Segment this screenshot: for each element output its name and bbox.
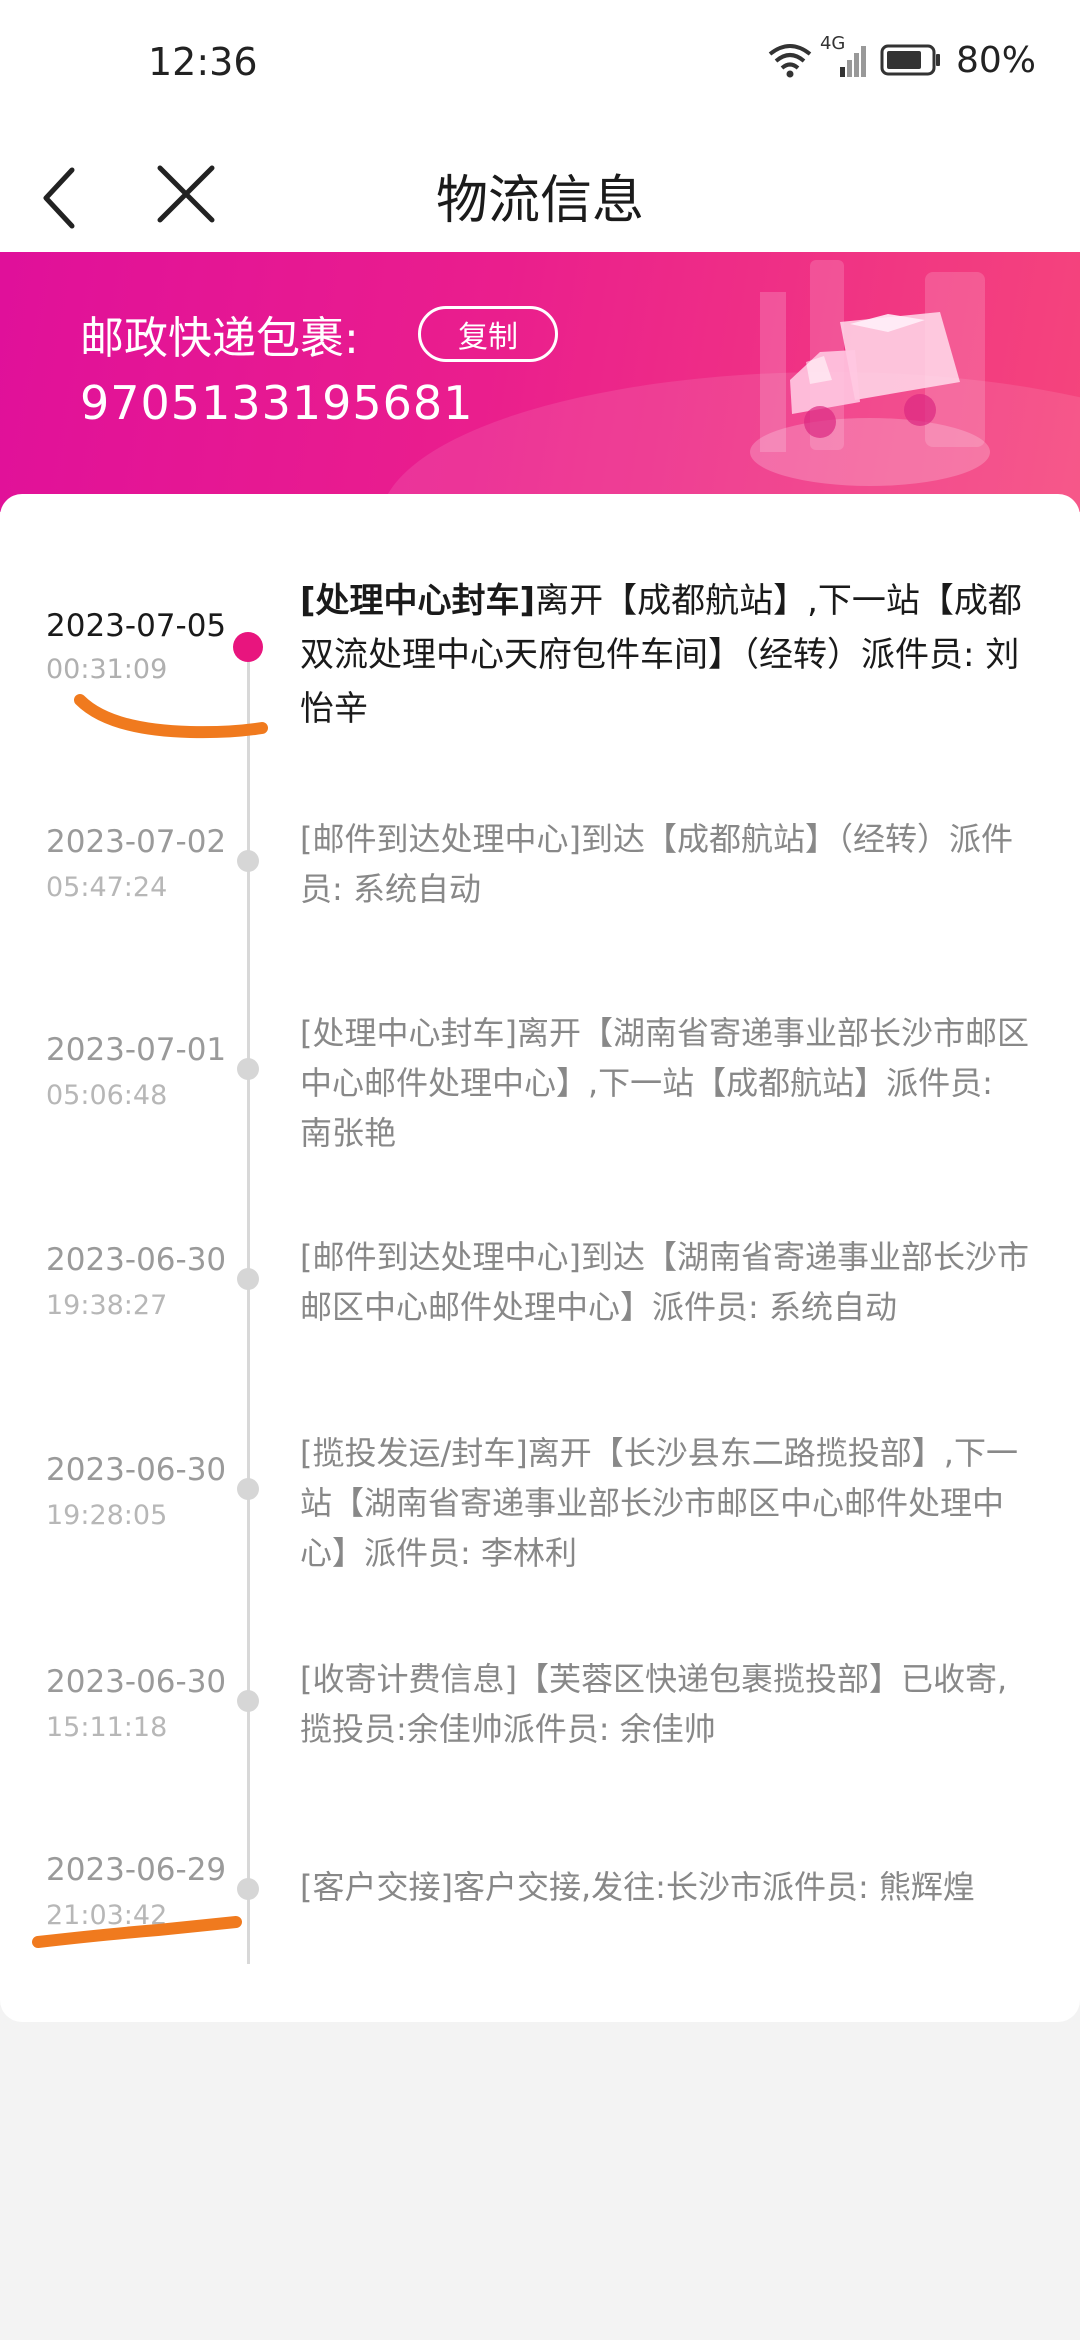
- status-time: 12:36: [148, 40, 258, 84]
- event-description: [处理中心封车]离开【成都航站】,下一站【成都双流处理中心天府包件车间】（经转）…: [300, 574, 1030, 736]
- event-detail: 客户交接,发往:长沙市派件员: 熊辉煌: [452, 1868, 975, 1906]
- event-tag: [邮件到达处理中心]: [300, 1238, 581, 1276]
- status-bar: 12:36 4G 80%: [0, 0, 1080, 130]
- page-title: 物流信息: [435, 171, 644, 231]
- event-tag: [邮件到达处理中心]: [300, 820, 581, 858]
- carrier-label: 邮政快递包裹:: [80, 313, 359, 364]
- event-date: 2023-06-30: [46, 1664, 227, 1700]
- highlight-underline: [74, 694, 268, 739]
- timeline-dot: [237, 1690, 259, 1712]
- timeline-dot-active: [233, 632, 263, 662]
- event-time: 19:38:27: [46, 1290, 168, 1321]
- copy-button[interactable]: 复制: [418, 306, 558, 362]
- timeline-dot: [237, 850, 259, 872]
- event-tag: [收寄计费信息]: [300, 1660, 517, 1698]
- wifi-icon: [768, 42, 812, 78]
- event-description: [揽投发运/封车]离开【长沙县东二路揽投部】,下一站【湖南省寄递事业部长沙市邮区…: [300, 1428, 1030, 1578]
- timeline-dot: [237, 1478, 259, 1500]
- event-date: 2023-06-29: [46, 1852, 227, 1888]
- event-tag: [揽投发运/封车]: [300, 1434, 528, 1472]
- event-time: 00:31:09: [46, 654, 168, 685]
- event-time: 15:11:18: [46, 1712, 168, 1743]
- event-tag: [处理中心封车]: [300, 1014, 517, 1052]
- timeline-dot: [237, 1058, 259, 1080]
- event-time: 19:28:05: [46, 1500, 168, 1531]
- tracking-timeline-card: 2023-07-05 00:31:09 [处理中心封车]离开【成都航站】,下一站…: [0, 494, 1080, 2022]
- battery-icon: [880, 43, 942, 77]
- status-indicators: 4G 80%: [768, 33, 1036, 81]
- event-date: 2023-07-01: [46, 1032, 227, 1068]
- event-description: [邮件到达处理中心]到达【湖南省寄递事业部长沙市邮区中心邮件处理中心】派件员: …: [300, 1232, 1030, 1332]
- battery-level: 80%: [955, 39, 1036, 81]
- event-tag: [处理中心封车]: [300, 581, 536, 621]
- event-date: 2023-06-30: [46, 1242, 227, 1278]
- event-date: 2023-07-02: [46, 824, 227, 860]
- event-date: 2023-06-30: [46, 1452, 227, 1488]
- delivery-truck-icon: [720, 252, 1020, 512]
- event-date: 2023-07-05: [46, 608, 227, 644]
- tracking-banner: 邮政快递包裹: 复制 9705133195681: [0, 252, 1080, 512]
- tracking-number: 9705133195681: [80, 376, 474, 430]
- network-type: 4G: [819, 33, 846, 54]
- event-description: [邮件到达处理中心]到达【成都航站】（经转）派件员: 系统自动: [300, 814, 1030, 914]
- cellular-signal-icon: 4G: [820, 33, 866, 77]
- event-time: 05:47:24: [46, 872, 168, 903]
- timeline-dot: [237, 1878, 259, 1900]
- nav-bar: 物流信息: [0, 130, 1080, 252]
- event-description: [处理中心封车]离开【湖南省寄递事业部长沙市邮区中心邮件处理中心】,下一站【成都…: [300, 1008, 1030, 1158]
- event-description: [客户交接]客户交接,发往:长沙市派件员: 熊辉煌: [300, 1862, 1030, 1912]
- event-time: 05:06:48: [46, 1080, 168, 1111]
- event-description: [收寄计费信息]【芙蓉区快递包裹揽投部】已收寄,揽投员:余佳帅派件员: 余佳帅: [300, 1654, 1030, 1754]
- timeline-dot: [237, 1268, 259, 1290]
- event-time: 21:03:42: [46, 1900, 168, 1931]
- event-tag: [客户交接]: [300, 1868, 453, 1906]
